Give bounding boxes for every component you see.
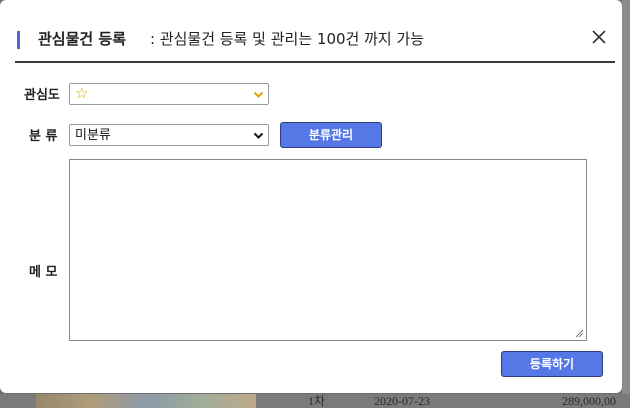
- chevron-down-icon: [253, 91, 264, 98]
- background-thumbnail: [36, 394, 256, 408]
- register-interest-dialog: 관심물건 등록 : 관심물건 등록 및 관리는 100건 까지 가능 관심도 ☆…: [0, 0, 622, 393]
- interest-label: 관심도: [24, 88, 60, 103]
- background-date: 2020-07-23: [374, 394, 430, 408]
- interest-star-value: ☆: [75, 84, 89, 102]
- category-select[interactable]: 미분류: [69, 124, 269, 146]
- background-page-edge: [622, 0, 630, 408]
- close-button[interactable]: [590, 28, 608, 46]
- background-page-row: 1차 2020-07-23 289,000,00: [0, 394, 630, 408]
- dialog-title: 관심물건 등록: [38, 30, 127, 48]
- submit-button[interactable]: 등록하기: [501, 351, 603, 377]
- close-icon: [592, 30, 606, 44]
- title-accent-bar: [17, 31, 20, 49]
- category-manage-button[interactable]: 분류관리: [280, 122, 382, 148]
- dialog-header: 관심물건 등록 : 관심물건 등록 및 관리는 100건 까지 가능: [0, 0, 622, 62]
- category-selected-value: 미분류: [75, 128, 111, 143]
- background-rank: 1차: [308, 394, 326, 408]
- header-divider: [15, 61, 615, 63]
- memo-textarea[interactable]: [69, 159, 587, 341]
- chevron-down-icon: [253, 132, 264, 139]
- interest-select[interactable]: ☆: [69, 83, 269, 105]
- resize-grip-icon[interactable]: [574, 328, 584, 338]
- category-label: 분 류: [29, 129, 58, 144]
- dialog-note: : 관심물건 등록 및 관리는 100건 까지 가능: [150, 30, 425, 48]
- background-price: 289,000,00: [562, 394, 616, 408]
- memo-label: 메 모: [29, 265, 58, 280]
